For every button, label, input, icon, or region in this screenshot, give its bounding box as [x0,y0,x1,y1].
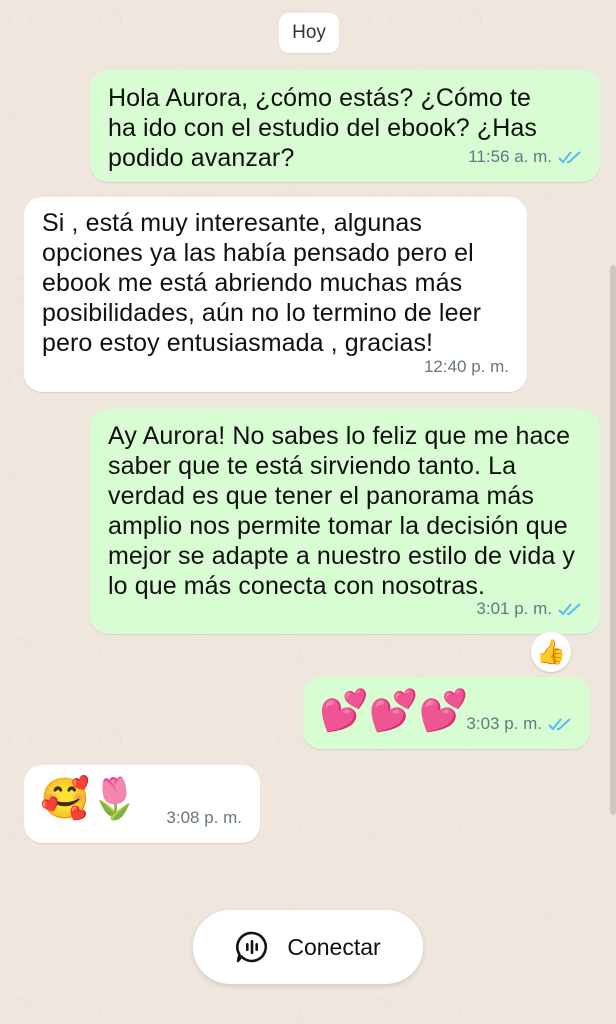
message-time: 3:01 p. m. [476,599,552,618]
message-text: Ay Aurora! No sabes lo feliz que me hace… [108,422,575,600]
date-chip: Hoy [279,13,339,53]
message-bubble-incoming[interactable]: 🥰🌷 3:08 p. m. [24,765,260,843]
message-text: Si , está muy interesante, algunas opcio… [42,209,481,357]
message-time: 12:40 p. m. [423,357,509,376]
scrollbar[interactable] [610,265,616,815]
message-bubble-outgoing[interactable]: 💕💕💕 3:03 p. m. [303,677,590,749]
message-bubble-incoming[interactable]: Si , está muy interesante, algunas opcio… [24,197,527,392]
message-bubble-outgoing[interactable]: Ay Aurora! No sabes lo feliz que me hace… [90,409,600,634]
message-meta: 11:56 a. m. [468,142,582,172]
message-meta: 3:08 p. m. [166,803,242,833]
message-meta: 3:03 p. m. [466,709,572,739]
message-time: 11:56 a. m. [468,147,552,166]
read-receipt-icon [558,603,581,616]
message-time: 3:03 p. m. [466,714,542,733]
message-bubble-outgoing[interactable]: Hola Aurora, ¿cómo estás? ¿Cómo te ha id… [90,70,600,182]
voice-chat-icon [236,931,268,963]
connect-button-label: Conectar [287,933,381,960]
message-meta: 3:01 p. m. [476,594,582,624]
read-receipt-icon [548,718,571,731]
thumbs-up-reaction-icon[interactable]: 👍 [531,632,571,672]
message-time: 3:08 p. m. [166,808,242,827]
connect-button[interactable]: Conectar [193,910,423,984]
message-meta: 12:40 p. m. [424,352,509,382]
read-receipt-icon [558,151,581,164]
